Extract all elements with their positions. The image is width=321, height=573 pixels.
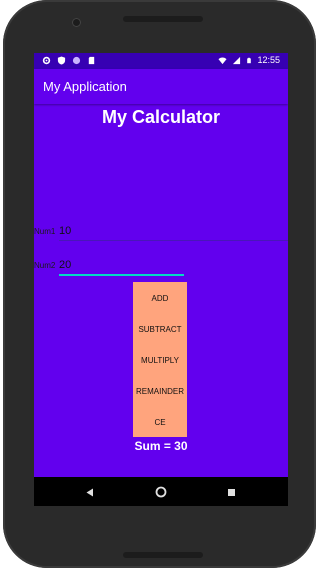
- home-icon: [155, 486, 167, 498]
- num1-input[interactable]: [59, 222, 259, 240]
- home-button[interactable]: [153, 484, 169, 500]
- back-icon: [86, 488, 93, 496]
- num2-label: Num2: [34, 261, 56, 270]
- num1-field: Num1: [34, 222, 288, 242]
- clear-button[interactable]: CE: [133, 409, 187, 435]
- front-camera: [72, 18, 81, 27]
- add-button[interactable]: ADD: [133, 285, 187, 311]
- status-time: 12:55: [257, 55, 280, 65]
- remainder-button[interactable]: REMAINDER: [133, 378, 187, 404]
- bottom-speaker: [123, 552, 203, 558]
- status-icons-right: 12:55: [218, 55, 280, 66]
- result-text: Sum = 30: [134, 439, 188, 453]
- recents-button[interactable]: [223, 484, 239, 500]
- page-title: My Calculator: [101, 107, 221, 127]
- app-screen: 12:55 My Application My Calculator Num1 …: [34, 53, 288, 506]
- signal-icon: [233, 56, 241, 65]
- app-title: My Application: [43, 79, 127, 94]
- subtract-button[interactable]: SUBTRACT: [133, 316, 187, 342]
- num2-field: Num2: [34, 256, 288, 276]
- app-bar: My Application: [34, 69, 288, 104]
- navigation-bar: [34, 477, 288, 506]
- back-button[interactable]: [82, 484, 98, 500]
- multiply-button[interactable]: MULTIPLY: [133, 347, 187, 373]
- sd-card-icon: [88, 56, 95, 65]
- settings-icon: [42, 56, 51, 65]
- recents-icon: [227, 488, 235, 496]
- operation-buttons: ADD SUBTRACT MULTIPLY REMAINDER CE: [133, 282, 187, 437]
- circle-icon: [72, 56, 81, 65]
- wifi-icon: [218, 57, 228, 65]
- shield-icon: [57, 56, 66, 65]
- num1-label: Num1: [34, 227, 56, 236]
- num2-focus-underline: [59, 274, 184, 276]
- num2-input[interactable]: [59, 256, 179, 274]
- num1-underline: [59, 240, 288, 241]
- earpiece-speaker: [123, 16, 203, 22]
- status-icons-left: [42, 56, 96, 65]
- status-bar: 12:55: [34, 53, 288, 69]
- battery-icon: [247, 57, 252, 64]
